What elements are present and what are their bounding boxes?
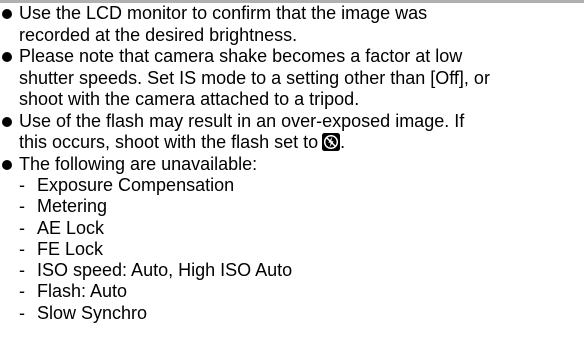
dash-marker: - xyxy=(19,175,25,195)
bullet-lcd-monitor: Use the LCD monitor to confirm that the … xyxy=(0,3,584,46)
bullet-text-segment: this occurs, shoot with the flash set to xyxy=(19,132,319,152)
unavailable-item-label: Exposure Compensation xyxy=(37,175,235,195)
unavailable-list: - Exposure Compensation - Metering - AE Loc… xyxy=(0,175,584,324)
dash-marker: - xyxy=(19,281,25,302)
unavailable-item-label: Flash: Auto xyxy=(37,281,128,302)
bullet-dot xyxy=(2,52,12,62)
bullet-text-line: recorded at the desired brightness. xyxy=(19,24,298,45)
bullet-camera-shake: Please note that camera shake becomes a … xyxy=(0,46,584,111)
bullet-flash-overexposure: Use of the flash may result in an over-e… xyxy=(0,111,584,154)
dash-marker: - xyxy=(19,260,25,281)
bullet-dot xyxy=(2,9,12,19)
bullet-text-line: shutter speeds. Set IS mode to a setting… xyxy=(19,67,490,88)
dash-marker: - xyxy=(19,238,25,259)
bullet-dot xyxy=(2,116,12,127)
unavailable-item: - ISO speed: Auto, High ISO Auto xyxy=(0,260,584,281)
manual-page-content: Use the LCD monitor to confirm that the … xyxy=(0,3,584,324)
unavailable-item: - Metering xyxy=(0,196,584,217)
bullet-text-segment: . xyxy=(340,132,346,152)
dash-marker: - xyxy=(19,302,25,323)
unavailable-item-label: ISO speed: Auto, High ISO Auto xyxy=(37,260,293,281)
bullet-text-line: Use the LCD monitor to confirm that the … xyxy=(19,3,428,23)
unavailable-item: - Slow Synchro xyxy=(0,303,584,324)
bullet-text-line: shoot with the camera attached to a trip… xyxy=(19,89,360,109)
bullet-text-line: The following are unavailable: xyxy=(19,153,258,174)
flash-off-icon xyxy=(322,133,341,151)
unavailable-item: - Flash: Auto xyxy=(0,281,584,302)
unavailable-item: - Exposure Compensation xyxy=(0,175,584,196)
dash-marker: - xyxy=(19,217,25,238)
bullet-text-line: Use of the flash may result in an over-e… xyxy=(19,110,465,131)
unavailable-item: - AE Lock xyxy=(0,218,584,239)
unavailable-item: - FE Lock xyxy=(0,239,584,260)
bullet-text-line: this occurs, shoot with the flash set to… xyxy=(19,132,584,154)
dash-marker: - xyxy=(19,196,25,217)
bullet-unavailable: The following are unavailable: xyxy=(0,154,584,176)
bullet-text-line: Please note that camera shake becomes a … xyxy=(19,46,463,66)
unavailable-item-label: Metering xyxy=(37,196,108,217)
bullet-dot xyxy=(2,159,12,170)
unavailable-item-label: Slow Synchro xyxy=(37,302,148,323)
unavailable-item-label: AE Lock xyxy=(37,217,105,238)
unavailable-item-label: FE Lock xyxy=(37,238,104,259)
